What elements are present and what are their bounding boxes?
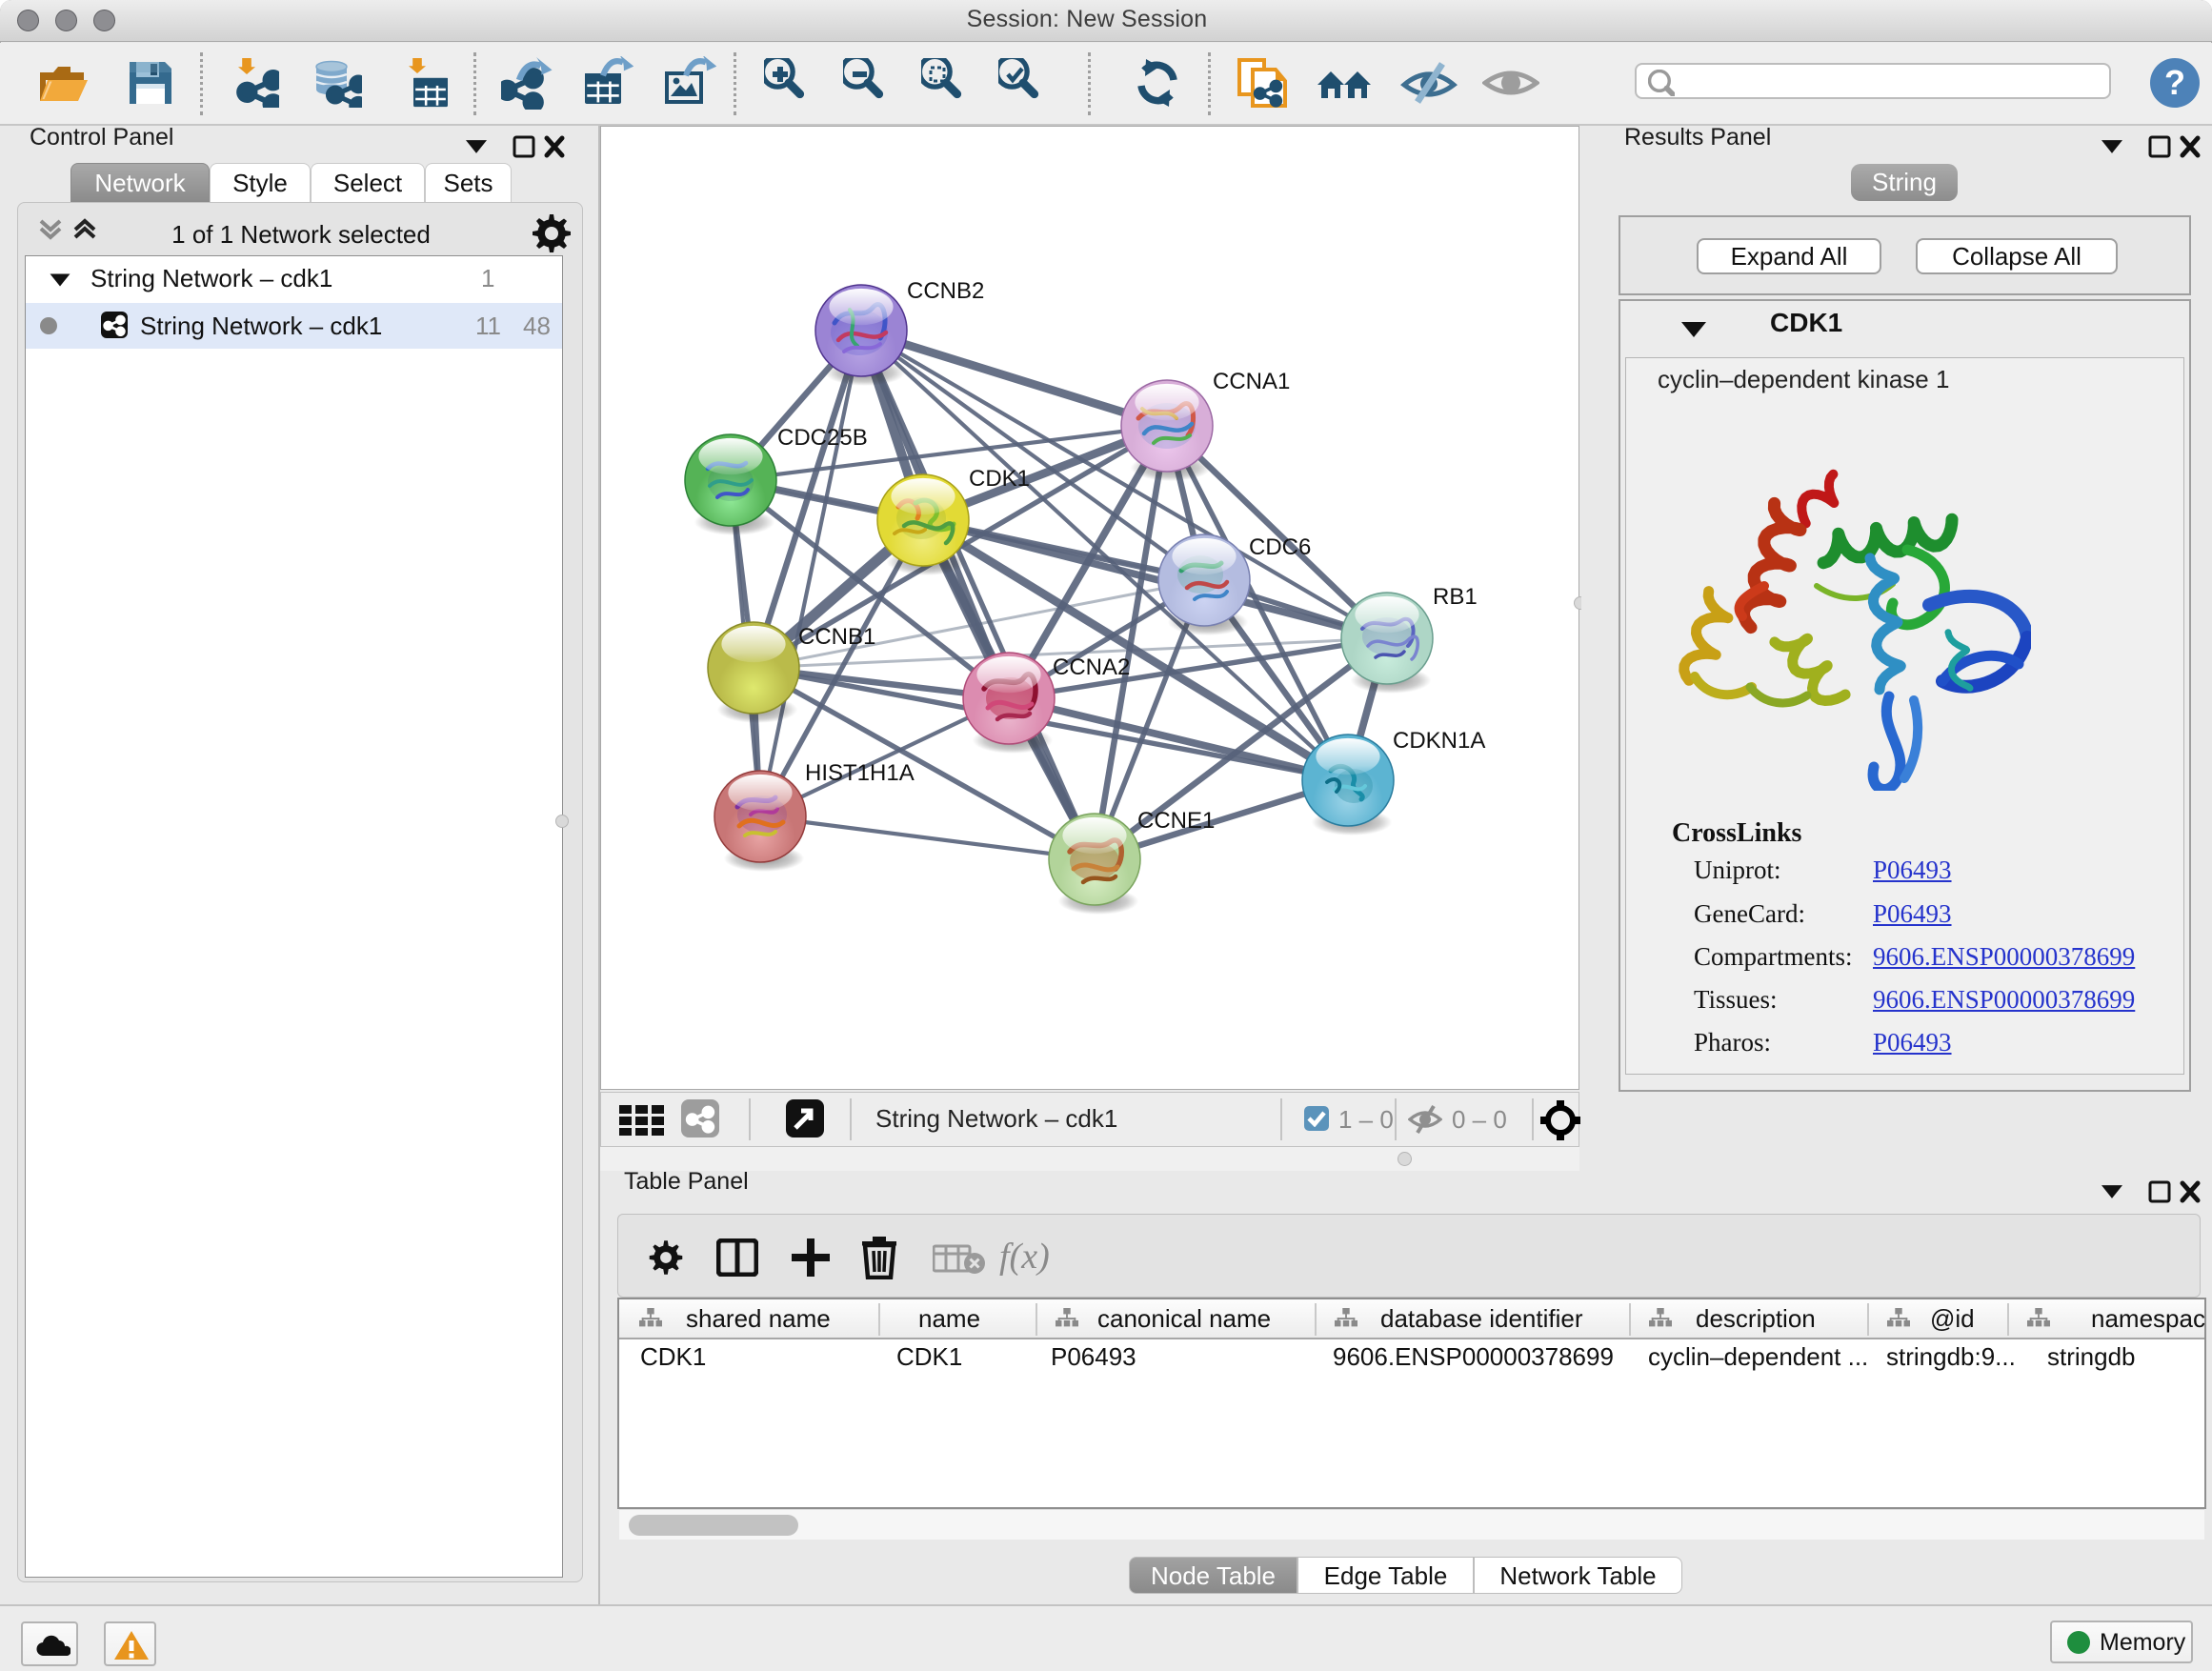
svg-text:CCNB2: CCNB2 <box>907 278 984 304</box>
svg-text:CDKN1A: CDKN1A <box>1393 728 1485 754</box>
svg-text:?: ? <box>2164 63 2185 102</box>
svg-text:CCNA2: CCNA2 <box>1053 654 1130 680</box>
svg-text:CDC25B: CDC25B <box>777 425 868 451</box>
svg-text:CDK1: CDK1 <box>969 466 1030 492</box>
svg-text:RB1: RB1 <box>1433 584 1478 610</box>
svg-text:CCNE1: CCNE1 <box>1137 808 1215 834</box>
svg-text:CDC6: CDC6 <box>1249 534 1311 560</box>
svg-text:CCNA1: CCNA1 <box>1213 369 1290 394</box>
svg-text:HIST1H1A: HIST1H1A <box>805 760 915 786</box>
svg-text:CCNB1: CCNB1 <box>798 624 875 650</box>
